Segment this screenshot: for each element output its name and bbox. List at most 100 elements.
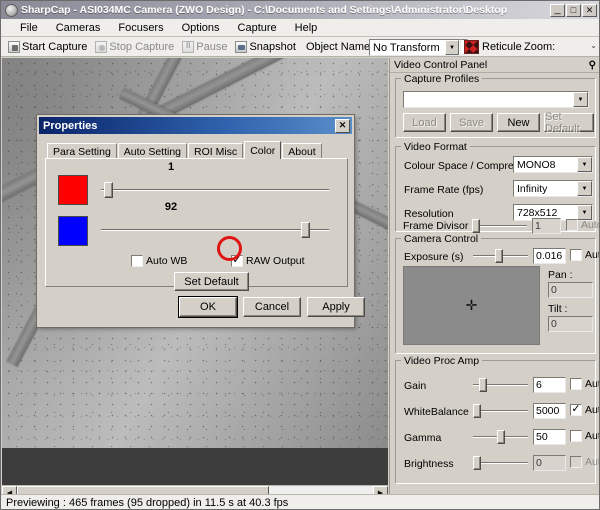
frame-divisor-auto-checkbox[interactable]: Auto — [566, 219, 599, 231]
dialog-close-button[interactable]: ✕ — [335, 118, 350, 133]
frame-rate-dropdown[interactable]: Infinity ▼ — [513, 180, 593, 197]
slider-track — [101, 189, 329, 191]
snapshot-label: Snapshot — [249, 40, 296, 53]
whitebalance-slider[interactable] — [473, 404, 528, 418]
camera-control-legend: Camera Control — [401, 233, 482, 245]
maximize-button[interactable]: □ — [566, 3, 581, 17]
tab-label: ROI Misc — [194, 145, 238, 158]
checkbox-box — [570, 456, 582, 468]
new-profile-button[interactable]: New — [497, 113, 540, 132]
exposure-slider[interactable] — [473, 249, 528, 263]
window-title: SharpCap - ASI034MC Camera (ZWO Design) … — [21, 4, 508, 16]
gamma-slider[interactable] — [473, 430, 528, 444]
load-profile-button[interactable]: Load — [403, 113, 446, 132]
video-proc-amp-legend: Video Proc Amp — [401, 355, 483, 367]
checkbox-box — [570, 249, 582, 261]
tab-label: Para Setting — [53, 145, 111, 158]
tab-auto-setting[interactable]: Auto Setting — [117, 143, 188, 159]
reticule-color-icon[interactable] — [464, 40, 479, 54]
close-button[interactable]: ✕ — [582, 3, 597, 17]
panel-header: Video Control Panel ⚲ — [390, 58, 599, 73]
capture-profile-dropdown[interactable]: ▼ — [403, 91, 589, 108]
raw-output-checkbox[interactable]: RAW Output — [231, 253, 305, 267]
menu-item-cameras[interactable]: Cameras — [47, 21, 110, 35]
snapshot-button[interactable]: Snapshot — [231, 40, 299, 53]
save-label: Save — [458, 116, 485, 129]
camera-icon — [5, 3, 18, 17]
chevron-down-icon: ▼ — [577, 181, 592, 196]
raw-output-label: RAW Output — [246, 255, 305, 267]
checkbox-box — [566, 219, 578, 231]
pause-button[interactable]: Pause — [178, 40, 231, 53]
brightness-auto-label: Auto — [585, 456, 599, 468]
exposure-value[interactable]: 0.016 — [533, 248, 566, 264]
tab-roi-misc[interactable]: ROI Misc — [188, 143, 244, 159]
slider-track — [101, 229, 329, 231]
brightness-value[interactable]: 0 — [533, 455, 566, 471]
gamma-value[interactable]: 50 — [533, 429, 566, 445]
slider-thumb[interactable] — [495, 249, 503, 263]
set-default-button[interactable]: Set Default — [174, 272, 249, 291]
cancel-button[interactable]: Cancel — [243, 297, 301, 317]
menu-item-capture[interactable]: Capture — [229, 21, 286, 35]
set-default-profile-button[interactable]: Set Default — [544, 111, 594, 135]
whitebalance-auto-checkbox[interactable]: Auto — [570, 402, 599, 416]
frame-divisor-value[interactable]: 1 — [532, 218, 561, 234]
slider-thumb[interactable] — [497, 430, 505, 444]
gamma-auto-label: Auto — [585, 430, 599, 442]
gamma-auto-checkbox[interactable]: Auto — [570, 430, 599, 442]
pin-icon[interactable]: ⚲ — [589, 60, 596, 71]
minimize-button[interactable]: _ — [550, 3, 565, 17]
transform-value: No Transform — [373, 41, 440, 54]
properties-dialog: Properties ✕ Para Setting Auto Setting R… — [36, 114, 365, 328]
brightness-label: Brightness — [404, 458, 454, 470]
auto-wb-label: Auto WB — [146, 255, 188, 267]
slider-thumb[interactable] — [301, 222, 310, 238]
tab-color[interactable]: Color — [244, 141, 282, 159]
slider-thumb[interactable] — [479, 378, 487, 392]
stop-capture-button[interactable]: Stop Capture — [91, 40, 178, 53]
slider-thumb[interactable] — [104, 182, 113, 198]
red-slider[interactable] — [101, 182, 329, 198]
slider-track — [473, 462, 528, 464]
blue-slider[interactable] — [101, 222, 329, 238]
tilt-value[interactable]: 0 — [548, 316, 593, 332]
ok-button[interactable]: OK — [178, 296, 238, 318]
close-icon: ✕ — [585, 4, 594, 15]
toolbar-overflow-button[interactable]: ⌄ — [590, 41, 597, 50]
menu-item-focusers[interactable]: Focusers — [109, 21, 172, 35]
save-profile-button[interactable]: Save — [450, 113, 493, 132]
transform-dropdown[interactable]: No Transform ▼ — [369, 39, 461, 56]
panel-title: Video Control Panel — [394, 59, 488, 71]
exposure-auto-label: Auto — [585, 249, 599, 261]
colour-space-dropdown[interactable]: MONO8 ▼ — [513, 156, 593, 173]
pan-tilt-preview[interactable]: ✛ — [403, 266, 540, 345]
brightness-slider[interactable] — [473, 456, 528, 470]
slider-thumb[interactable] — [473, 456, 481, 470]
snapshot-icon — [235, 40, 248, 53]
auto-wb-checkbox[interactable]: Auto WB — [131, 255, 187, 267]
slider-thumb[interactable] — [473, 404, 481, 418]
tab-about[interactable]: About — [282, 143, 322, 159]
pan-value[interactable]: 0 — [548, 282, 593, 298]
resolution-value: 728x512 — [517, 206, 558, 219]
gain-auto-checkbox[interactable]: Auto — [570, 378, 599, 390]
menu-item-options[interactable]: Options — [173, 21, 229, 35]
tab-para-setting[interactable]: Para Setting — [47, 143, 117, 159]
whitebalance-value[interactable]: 5000 — [533, 403, 566, 419]
slider-thumb[interactable] — [472, 219, 480, 233]
colour-space-value: MONO8 — [517, 158, 556, 171]
menu-item-file[interactable]: File — [11, 21, 47, 35]
gain-slider[interactable] — [473, 378, 528, 392]
frame-divisor-slider[interactable] — [472, 219, 527, 233]
exposure-auto-checkbox[interactable]: Auto — [570, 249, 599, 261]
brightness-auto-checkbox[interactable]: Auto — [570, 456, 599, 468]
object-name-label: Object Name : — [305, 40, 377, 53]
gain-value[interactable]: 6 — [533, 377, 566, 393]
start-capture-button[interactable]: Start Capture — [4, 40, 91, 53]
ok-label: OK — [200, 301, 216, 313]
apply-button[interactable]: Apply — [307, 297, 365, 317]
load-label: Load — [412, 116, 437, 129]
menu-item-help[interactable]: Help — [286, 21, 327, 35]
crosshair-icon: ✛ — [465, 297, 478, 313]
